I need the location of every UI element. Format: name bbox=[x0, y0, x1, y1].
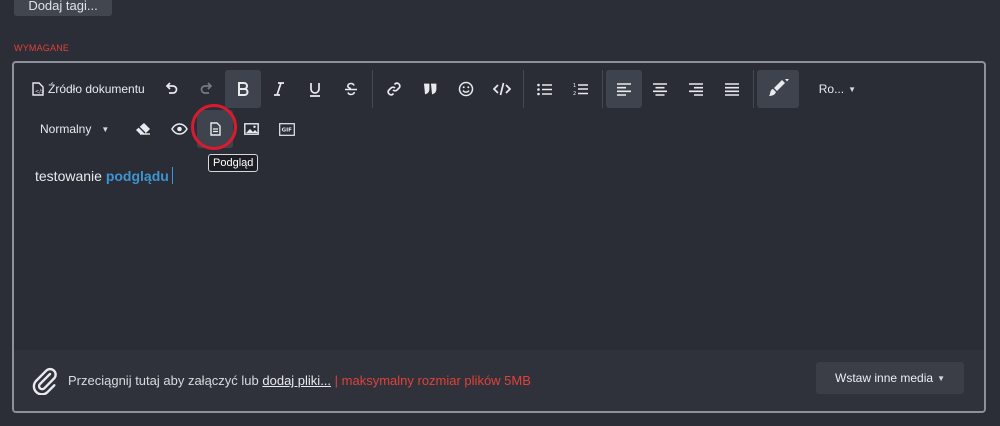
add-tags-button[interactable]: Dodaj tagi... bbox=[14, 0, 112, 16]
align-justify-button[interactable] bbox=[714, 70, 750, 108]
bullet-list-button[interactable] bbox=[527, 70, 563, 108]
preview-button[interactable] bbox=[197, 110, 234, 148]
text-color-button[interactable] bbox=[756, 70, 799, 108]
undo-icon bbox=[165, 82, 178, 94]
undo-button[interactable] bbox=[153, 70, 189, 108]
attachment-bar[interactable]: Przeciągnij tutaj aby załączyć lub dodaj… bbox=[14, 350, 984, 411]
insert-media-button[interactable]: Wstaw inne media ▼ bbox=[816, 362, 964, 394]
paperclip-icon bbox=[32, 367, 57, 395]
code-button[interactable] bbox=[484, 70, 520, 108]
toolbar-row-1: </> Źródło dokumentu bbox=[14, 69, 866, 109]
content-text: testowanie bbox=[35, 168, 106, 184]
align-left-button[interactable] bbox=[605, 70, 642, 108]
insert-media-label: Wstaw inne media bbox=[835, 371, 934, 385]
underline-button[interactable] bbox=[297, 70, 333, 108]
strikethrough-button[interactable] bbox=[333, 70, 369, 108]
editor-content[interactable]: testowanie podglądu bbox=[35, 167, 173, 184]
document-icon bbox=[210, 122, 221, 136]
attachment-text: Przeciągnij tutaj aby załączyć lub dodaj… bbox=[68, 373, 531, 388]
preview-toggle-button[interactable] bbox=[161, 110, 197, 148]
svg-text:GIF: GIF bbox=[282, 127, 293, 133]
toolbar-row-2: Normalny ▼ GIF bbox=[14, 109, 305, 149]
align-left-icon bbox=[616, 82, 631, 96]
toolbar-separator bbox=[522, 70, 524, 108]
italic-button[interactable] bbox=[261, 70, 297, 108]
numbered-list-button[interactable]: 1 2 bbox=[563, 70, 599, 108]
paragraph-format-value: Normalny bbox=[40, 122, 92, 136]
eye-icon bbox=[170, 123, 188, 135]
bold-button[interactable] bbox=[224, 70, 261, 108]
document-source-icon: </> bbox=[32, 82, 44, 96]
add-files-link[interactable]: dodaj pliki... bbox=[262, 373, 331, 388]
gif-icon: GIF bbox=[279, 122, 296, 136]
quote-button[interactable] bbox=[412, 70, 448, 108]
emoji-button[interactable] bbox=[448, 70, 484, 108]
attachment-separator: | bbox=[331, 373, 342, 388]
caret-down-icon: ▼ bbox=[101, 124, 110, 134]
toolbar-separator bbox=[371, 70, 373, 108]
toolbar-separator bbox=[601, 70, 603, 108]
svg-text:</>: </> bbox=[35, 89, 44, 95]
strikethrough-icon bbox=[344, 82, 357, 96]
quote-icon bbox=[423, 83, 437, 95]
insert-image-button[interactable] bbox=[233, 110, 269, 148]
svg-text:1: 1 bbox=[573, 83, 576, 89]
source-button[interactable]: </> Źródło dokumentu bbox=[14, 70, 153, 108]
smile-icon bbox=[458, 81, 473, 97]
required-label: WYMAGANE bbox=[14, 43, 70, 53]
align-center-button[interactable] bbox=[642, 70, 678, 108]
link-icon bbox=[387, 82, 401, 96]
text-cursor bbox=[171, 167, 173, 184]
code-icon bbox=[492, 82, 511, 96]
clear-formatting-button[interactable] bbox=[125, 110, 161, 148]
paragraph-format-dropdown[interactable]: Normalny ▼ bbox=[14, 110, 113, 148]
brush-icon bbox=[768, 79, 789, 96]
font-family-dropdown[interactable]: Ro... ▼ bbox=[809, 70, 866, 108]
eraser-icon bbox=[136, 123, 151, 135]
image-icon bbox=[243, 123, 259, 135]
caret-down-icon: ▼ bbox=[937, 373, 945, 383]
align-center-icon bbox=[652, 82, 667, 96]
rich-text-editor[interactable]: </> Źródło dokumentu bbox=[12, 61, 986, 413]
source-button-label: Źródło dokumentu bbox=[48, 82, 145, 96]
link-button[interactable] bbox=[376, 70, 412, 108]
preview-tooltip: Podgląd bbox=[208, 154, 259, 172]
redo-button[interactable] bbox=[189, 70, 225, 108]
font-family-value: Ro... bbox=[818, 82, 845, 96]
attachment-prompt: Przeciągnij tutaj aby załączyć lub bbox=[68, 373, 263, 388]
numbered-list-icon: 1 2 bbox=[573, 83, 589, 96]
align-right-icon bbox=[688, 82, 703, 96]
toolbar-separator bbox=[752, 70, 754, 108]
underline-icon bbox=[309, 82, 320, 97]
bullet-list-icon bbox=[537, 83, 553, 95]
file-size-limit: maksymalny rozmiar plików 5MB bbox=[341, 373, 531, 388]
content-bold-text: podglądu bbox=[105, 168, 169, 184]
redo-icon bbox=[200, 82, 212, 94]
insert-gif-button[interactable]: GIF bbox=[269, 110, 305, 148]
align-justify-icon bbox=[724, 82, 739, 96]
bold-icon bbox=[237, 82, 249, 96]
align-right-button[interactable] bbox=[678, 70, 714, 108]
caret-down-icon: ▼ bbox=[848, 84, 856, 94]
svg-text:2: 2 bbox=[573, 91, 576, 96]
italic-icon bbox=[273, 82, 284, 96]
